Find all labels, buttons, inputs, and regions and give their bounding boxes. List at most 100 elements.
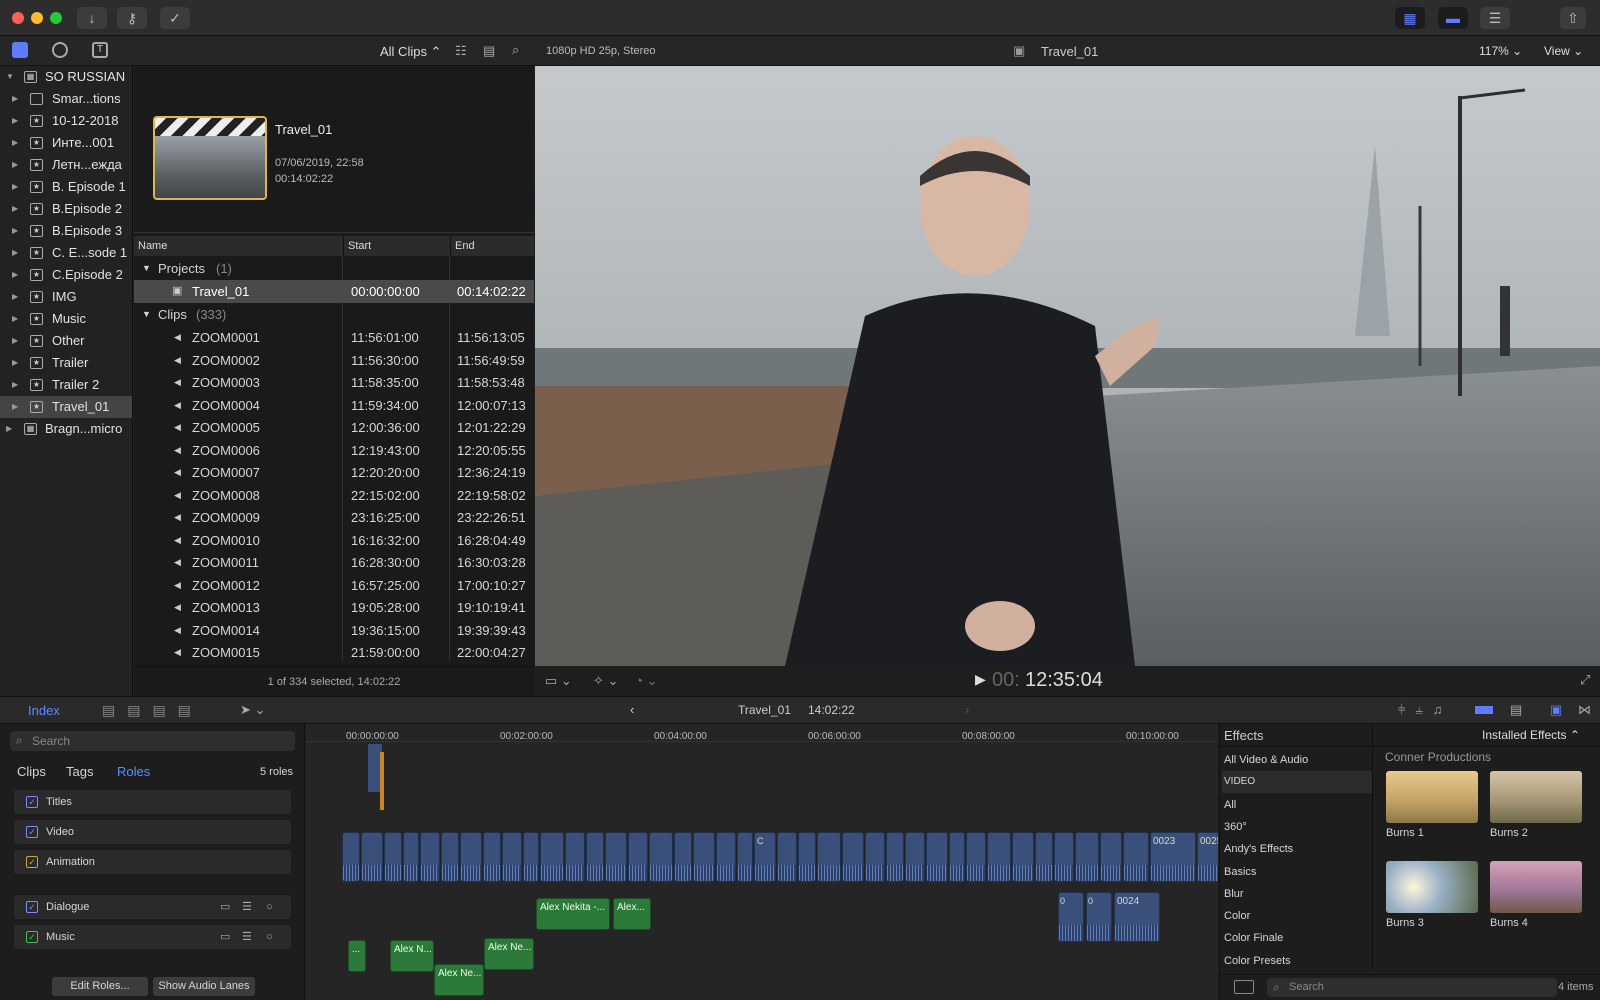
audio-clip[interactable]: Alex Ne... bbox=[434, 964, 484, 996]
transitions-icon[interactable]: ⋈ bbox=[1578, 702, 1591, 718]
role-item[interactable]: ✓ Dialogue ▭ ☰ ○ bbox=[14, 895, 291, 919]
audio-clip[interactable]: ... bbox=[348, 940, 366, 972]
disclosure-closed-icon[interactable]: ▶ bbox=[12, 352, 18, 374]
libraries-icon[interactable] bbox=[12, 42, 28, 58]
effects-category[interactable]: Color Finale bbox=[1222, 927, 1372, 949]
clip-row[interactable]: ◀ ZOOM0014 19:36:15:00 19:39:39:43 bbox=[134, 619, 534, 642]
primary-video-clip[interactable] bbox=[777, 832, 797, 882]
connected-video-clip[interactable]: 0024 bbox=[1114, 892, 1160, 942]
primary-video-clip[interactable] bbox=[403, 832, 419, 882]
snapping-icon[interactable] bbox=[1475, 706, 1493, 714]
primary-video-clip[interactable] bbox=[420, 832, 440, 882]
role-checkbox[interactable]: ✓ bbox=[26, 931, 38, 943]
disclosure-closed-icon[interactable]: ▶ bbox=[6, 418, 12, 440]
effects-category[interactable]: All bbox=[1222, 794, 1372, 816]
clip-appearance-icon[interactable]: ▤ bbox=[1510, 702, 1522, 718]
clip-filter-dropdown[interactable]: All Clips ⌃ bbox=[380, 44, 441, 60]
close-window-button[interactable] bbox=[12, 12, 24, 24]
disclosure-closed-icon[interactable]: ▶ bbox=[12, 88, 18, 110]
primary-video-clip[interactable] bbox=[502, 832, 522, 882]
installed-effects-dropdown[interactable]: Installed Effects ⌃ bbox=[1482, 728, 1580, 742]
enhance-icon[interactable]: ✧ ⌄ bbox=[593, 673, 618, 689]
primary-video-clip[interactable] bbox=[384, 832, 402, 882]
primary-video-clip[interactable] bbox=[817, 832, 841, 882]
effects-search-input[interactable]: ⌕ Search bbox=[1267, 978, 1557, 997]
disclosure-open-icon[interactable]: ▼ bbox=[142, 303, 151, 326]
primary-video-clip[interactable] bbox=[586, 832, 604, 882]
effects-category[interactable]: Color Presets bbox=[1222, 950, 1372, 972]
effect-thumbnail[interactable] bbox=[1386, 771, 1478, 823]
primary-video-clip[interactable] bbox=[361, 832, 383, 882]
disclosure-closed-icon[interactable]: ▶ bbox=[12, 264, 18, 286]
transform-icon[interactable]: ▭ ⌄ bbox=[545, 673, 572, 689]
forward-arrow-icon[interactable]: › bbox=[965, 702, 969, 717]
subroles-icon[interactable]: ☰ bbox=[242, 925, 252, 949]
role-item[interactable]: ✓ Video bbox=[14, 820, 291, 844]
import-button[interactable]: ↓ bbox=[77, 7, 107, 29]
edit-roles-button[interactable]: Edit Roles... bbox=[52, 977, 148, 996]
effects-category[interactable]: Color bbox=[1222, 905, 1372, 927]
tab-roles[interactable]: Roles bbox=[117, 764, 150, 779]
role-item[interactable]: ✓ Titles bbox=[14, 790, 291, 814]
effect-thumbnail[interactable] bbox=[1386, 861, 1478, 913]
edit-buttons[interactable]: ▤▤▤▤ bbox=[102, 702, 203, 719]
primary-video-clip[interactable] bbox=[628, 832, 648, 882]
primary-video-clip[interactable]: 0025 bbox=[1197, 832, 1218, 882]
effects-category[interactable]: Andy's Effects bbox=[1222, 838, 1372, 860]
lane-icon[interactable]: ▭ bbox=[220, 895, 230, 919]
play-button[interactable]: ▶ bbox=[975, 671, 986, 688]
effects-category[interactable]: All Video & Audio bbox=[1222, 749, 1372, 771]
filmstrip-icon[interactable]: ▤ bbox=[483, 43, 495, 59]
clip-row[interactable]: ◀ ZOOM0002 11:56:30:00 11:56:49:59 bbox=[134, 349, 534, 372]
primary-video-clip[interactable] bbox=[1123, 832, 1149, 882]
clip-row[interactable]: ◀ ZOOM0008 22:15:02:00 22:19:58:02 bbox=[134, 484, 534, 507]
effects-category[interactable]: VIDEO bbox=[1222, 771, 1372, 794]
effects-browser-icon[interactable]: ▣ bbox=[1550, 702, 1562, 718]
clip-row[interactable]: ◀ ZOOM0010 16:16:32:00 16:28:04:49 bbox=[134, 529, 534, 552]
disclosure-closed-icon[interactable]: ▶ bbox=[12, 110, 18, 132]
disclosure-closed-icon[interactable]: ▶ bbox=[12, 374, 18, 396]
primary-video-clip[interactable] bbox=[483, 832, 501, 882]
library-event-item[interactable]: ▶ ★ Music bbox=[0, 308, 132, 330]
primary-video-clip[interactable] bbox=[605, 832, 627, 882]
titles-generators-icon[interactable]: T bbox=[92, 42, 108, 58]
primary-video-clip[interactable] bbox=[865, 832, 885, 882]
tab-clips[interactable]: Clips bbox=[17, 764, 46, 779]
fullscreen-icon[interactable]: ⤢ bbox=[1580, 672, 1590, 688]
primary-video-clip[interactable] bbox=[905, 832, 925, 882]
effect-thumbnail[interactable] bbox=[1490, 771, 1582, 823]
clip-row[interactable]: ◀ ZOOM0001 11:56:01:00 11:56:13:05 bbox=[134, 326, 534, 349]
viewer-image[interactable] bbox=[535, 66, 1600, 666]
project-row[interactable]: ▣ Travel_01 00:00:00:00 00:14:02:22 bbox=[134, 280, 534, 303]
inspector-toggle-icon[interactable]: ☰ bbox=[1480, 7, 1510, 29]
primary-video-clip[interactable] bbox=[1054, 832, 1074, 882]
clip-row[interactable]: ◀ ZOOM0004 11:59:34:00 12:00:07:13 bbox=[134, 394, 534, 417]
primary-video-clip[interactable] bbox=[716, 832, 736, 882]
primary-video-clip[interactable]: 0023 bbox=[1150, 832, 1196, 882]
disclosure-open-icon[interactable]: ▼ bbox=[142, 257, 151, 280]
primary-video-clip[interactable] bbox=[798, 832, 816, 882]
library-other[interactable]: ▶ ▦ Bragn...micro bbox=[0, 418, 132, 440]
clips-group-row[interactable]: ▼ Clips (333) bbox=[134, 303, 534, 326]
clip-row[interactable]: ◀ ZOOM0009 23:16:25:00 23:22:26:51 bbox=[134, 506, 534, 529]
timeline[interactable]: 00:00:00:00 00:02:00:00 00:04:00:00 00:0… bbox=[306, 724, 1218, 1000]
clip-row[interactable]: ◀ ZOOM0012 16:57:25:00 17:00:10:27 bbox=[134, 574, 534, 597]
timecode-display[interactable]: 12:35:04 bbox=[1025, 669, 1103, 692]
timeline-ruler[interactable]: 00:00:00:00 00:02:00:00 00:04:00:00 00:0… bbox=[306, 724, 1218, 742]
primary-video-clip[interactable] bbox=[966, 832, 986, 882]
role-checkbox[interactable]: ✓ bbox=[26, 901, 38, 913]
retime-icon[interactable]: ◔ ⌄ bbox=[635, 673, 657, 689]
effects-category[interactable]: 360° bbox=[1222, 816, 1372, 838]
disclosure-closed-icon[interactable]: ▶ bbox=[12, 154, 18, 176]
primary-video-clip[interactable] bbox=[649, 832, 673, 882]
library-event-item[interactable]: ▶ ★ Летн...ежда bbox=[0, 154, 132, 176]
connected-video-clip[interactable]: 0 bbox=[1058, 892, 1084, 942]
primary-video-clip[interactable] bbox=[926, 832, 948, 882]
disclosure-open-icon[interactable]: ▼ bbox=[6, 66, 14, 88]
primary-video-clip[interactable] bbox=[987, 832, 1011, 882]
clip-row[interactable]: ◀ ZOOM0011 16:28:30:00 16:30:03:28 bbox=[134, 551, 534, 574]
primary-video-clip[interactable] bbox=[737, 832, 753, 882]
effects-category[interactable]: Basics bbox=[1222, 861, 1372, 883]
library-event-item[interactable]: ▶ ★ IMG bbox=[0, 286, 132, 308]
clip-row[interactable]: ◀ ZOOM0003 11:58:35:00 11:58:53:48 bbox=[134, 371, 534, 394]
